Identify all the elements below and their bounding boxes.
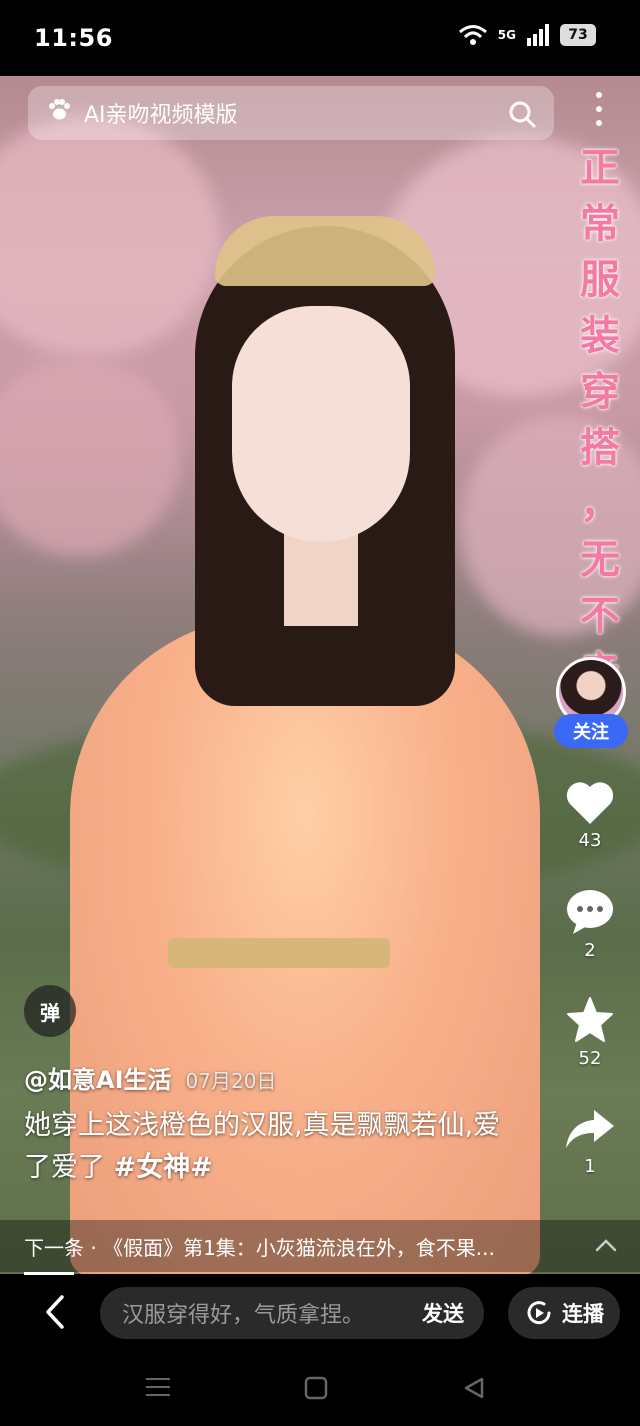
system-nav-bar	[0, 1350, 640, 1426]
bottom-bar: 汉服穿得好，气质拿捏。 发送 连播	[0, 1275, 640, 1350]
figure-belt	[168, 938, 390, 968]
caption-text: 她穿上这浅橙色的汉服,真是飘飘若仙,爱了爱了	[24, 1110, 501, 1183]
menu-icon[interactable]	[146, 1376, 170, 1402]
paw-icon	[46, 97, 72, 129]
send-button[interactable]: 发送	[422, 1298, 464, 1328]
share-count: 1	[584, 1156, 596, 1177]
search-icon[interactable]	[508, 100, 536, 132]
background-blossom	[0, 356, 180, 556]
overlay-char: 常	[580, 201, 620, 247]
chevron-up-icon[interactable]	[594, 1234, 618, 1262]
home-icon[interactable]	[304, 1376, 328, 1404]
overlay-char: 搭	[580, 425, 620, 471]
heart-icon	[566, 782, 614, 824]
follow-button[interactable]: 关注	[554, 714, 628, 748]
post-caption: 她穿上这浅橙色的汉服,真是飘飘若仙,爱了爱了 #女神#	[24, 1105, 504, 1189]
back-triangle-icon[interactable]	[462, 1376, 486, 1404]
overlay-char: 服	[580, 257, 620, 303]
search-bar[interactable]: AI亲吻视频模版	[28, 86, 554, 140]
favorite-button[interactable]: 52	[560, 996, 620, 1069]
status-bar: 11:56 5G 73	[0, 0, 640, 76]
background-blossom	[0, 116, 220, 356]
hashtag-link[interactable]: #女神#	[114, 1152, 213, 1183]
autoplay-button[interactable]: 连播	[508, 1287, 620, 1339]
status-time: 11:56	[34, 24, 113, 52]
like-count: 43	[578, 830, 602, 851]
network-label: 5G	[497, 28, 516, 42]
autoplay-label: 连播	[562, 1302, 604, 1326]
next-episode-text: 下一条 · 《假面》第1集：小灰猫流浪在外，食不果...	[24, 1235, 495, 1260]
author-name[interactable]: @如意AI生活	[24, 1060, 172, 1095]
comment-placeholder: 汉服穿得好，气质拿捏。	[122, 1303, 365, 1328]
comment-icon	[567, 890, 613, 934]
search-input[interactable]: AI亲吻视频模版	[84, 97, 238, 129]
overlay-char: ，	[580, 481, 620, 527]
autoplay-icon	[527, 1301, 551, 1325]
figure-headdress	[215, 216, 435, 286]
overlay-char: 正	[580, 145, 620, 191]
overlay-char: 无	[580, 537, 620, 583]
figure-face	[232, 306, 410, 542]
comment-count: 2	[584, 940, 596, 961]
post-date: 07月20日	[185, 1069, 277, 1093]
comment-button[interactable]: 2	[560, 888, 620, 961]
overlay-char: 不	[580, 593, 620, 639]
back-arrow-icon[interactable]	[40, 1293, 70, 1335]
star-icon	[567, 997, 613, 1042]
comment-input[interactable]: 汉服穿得好，气质拿捏。 发送	[100, 1287, 484, 1339]
battery-icon: 73	[560, 24, 596, 46]
share-icon	[566, 1110, 614, 1148]
next-episode-banner[interactable]: 下一条 · 《假面》第1集：小灰猫流浪在外，食不果...	[0, 1220, 640, 1272]
danmaku-toggle[interactable]: 弹	[24, 985, 76, 1037]
more-options-icon[interactable]	[594, 92, 604, 126]
overlay-char: 穿	[580, 369, 620, 415]
signal-icon	[527, 24, 549, 46]
share-button[interactable]: 1	[560, 1106, 620, 1177]
wifi-icon	[458, 25, 487, 45]
like-button[interactable]: 43	[560, 780, 620, 851]
favorite-count: 52	[578, 1048, 602, 1069]
status-icons: 5G 73	[458, 24, 596, 46]
author-line: @如意AI生活 07月20日	[24, 1060, 276, 1095]
overlay-char: 装	[580, 313, 620, 359]
